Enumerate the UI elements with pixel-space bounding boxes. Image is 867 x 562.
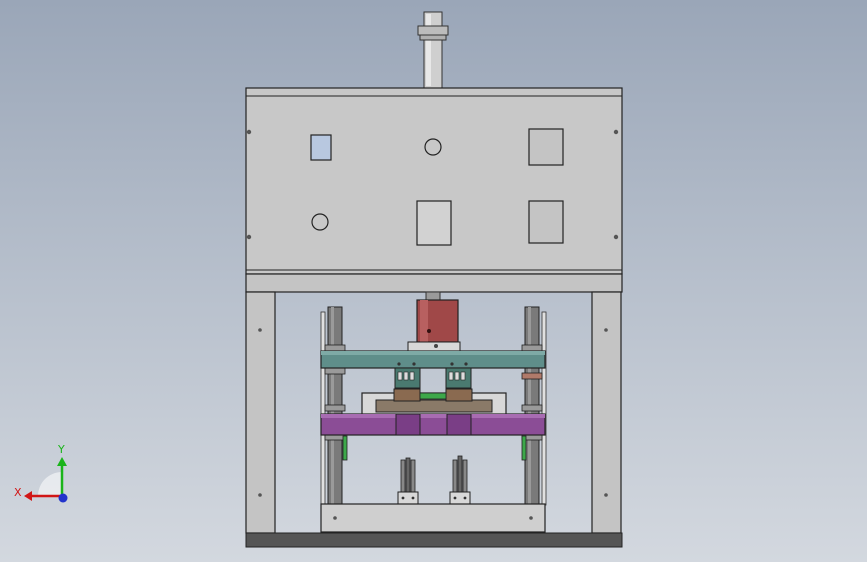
screw-icon <box>246 129 252 135</box>
left-sensor-pins <box>397 457 419 505</box>
frame-top-plate <box>245 273 623 293</box>
square-cutout <box>416 200 452 246</box>
left-frame-column <box>245 291 276 534</box>
inner-left-rail <box>320 311 326 506</box>
y-axis-arrowhead <box>57 457 67 466</box>
x-axis-label: X <box>14 486 22 499</box>
base-plate <box>245 532 623 548</box>
pneumatic-cylinder <box>407 299 461 352</box>
lower-moving-plate <box>320 413 546 436</box>
display-window <box>310 134 332 161</box>
cad-viewport[interactable]: X Y <box>0 0 867 562</box>
round-hole <box>311 213 329 231</box>
green-side-block <box>521 435 527 461</box>
square-cutout <box>528 128 564 166</box>
bottom-fixed-plate <box>320 503 546 533</box>
round-hole <box>424 138 442 156</box>
screw-icon <box>246 234 252 240</box>
inner-right-rail <box>541 311 547 506</box>
right-sensor-pins <box>449 455 471 505</box>
control-box <box>245 87 623 275</box>
z-axis-dot <box>58 493 68 503</box>
die-holder <box>361 388 507 416</box>
screw-icon <box>613 234 619 240</box>
coordinate-triad <box>24 457 68 503</box>
right-frame-column <box>591 291 622 534</box>
left-guide-rod <box>324 306 346 506</box>
green-side-block <box>342 435 348 461</box>
top-piston-rod <box>417 11 449 89</box>
screw-icon <box>613 129 619 135</box>
x-axis-arrowhead <box>24 491 32 501</box>
press-machine-drawing <box>24 11 623 548</box>
upper-moving-plate <box>320 350 546 369</box>
right-guide-rod <box>521 306 543 506</box>
y-axis-label: Y <box>58 443 65 456</box>
square-cutout <box>528 200 564 244</box>
